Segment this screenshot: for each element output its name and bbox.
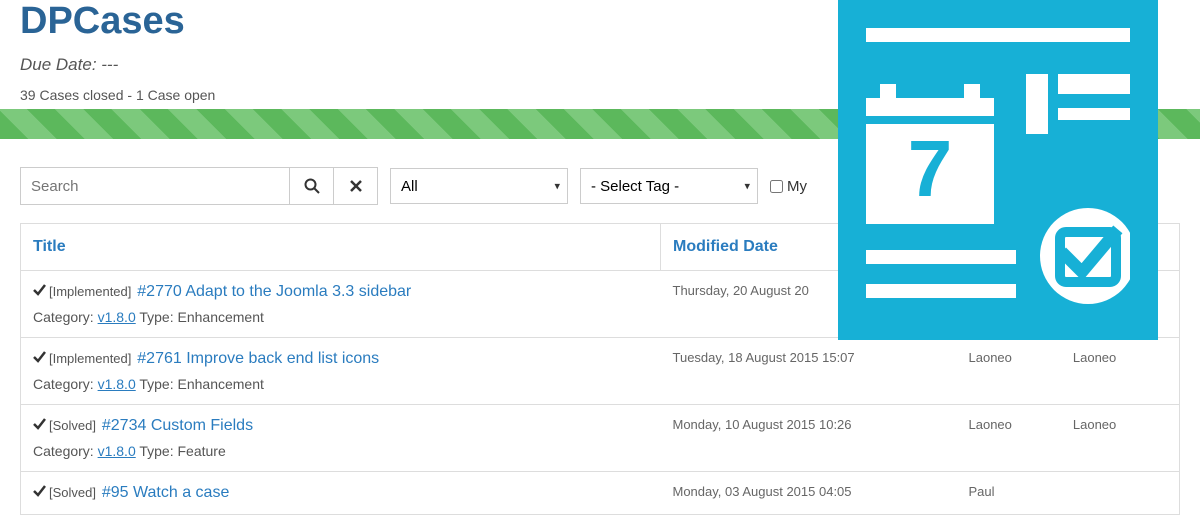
case-meta: Category: v1.8.0 Type: Feature [33,443,649,459]
case-meta: Category: v1.8.0 Type: Enhancement [33,376,649,392]
case-link[interactable]: #95 Watch a case [102,484,229,501]
clear-search-button[interactable] [333,168,377,204]
tag-filter-wrap: - Select Tag - [580,168,758,204]
case-link[interactable]: #2734 Custom Fields [102,417,253,434]
search-input[interactable] [21,168,289,204]
tag-filter[interactable]: - Select Tag - [580,168,758,204]
status-filter-wrap: All [390,168,568,204]
table-row: [Implemented] #2761 Improve back end lis… [21,338,1180,405]
cell-date: Monday, 10 August 2015 10:26 [661,405,957,472]
cell-date: Monday, 03 August 2015 04:05 [661,472,957,515]
status-tag: [Implemented] [49,284,131,299]
cell-responsible-2 [1061,472,1180,515]
table-row: [Solved] #2734 Custom Fields Category: v1… [21,405,1180,472]
my-checkbox[interactable] [770,180,783,193]
search-icon [304,178,320,194]
status-tag: [Implemented] [49,351,131,366]
case-meta: Category: v1.8.0 Type: Enhancement [33,309,649,325]
table-row: [Solved] #95 Watch a caseMonday, 03 Augu… [21,472,1180,515]
check-icon [33,484,46,500]
cell-title: [Solved] #2734 Custom Fields Category: v1… [21,405,661,472]
version-link[interactable]: v1.8.0 [98,376,136,392]
cell-title: [Implemented] #2761 Improve back end lis… [21,338,661,405]
version-link[interactable]: v1.8.0 [98,443,136,459]
cell-responsible-2: Laoneo [1061,338,1180,405]
status-filter[interactable]: All [390,168,568,204]
cell-responsible-1: Laoneo [957,338,1061,405]
cell-responsible-1: Paul [957,472,1061,515]
version-link[interactable]: v1.8.0 [98,309,136,325]
status-tag: [Solved] [49,485,96,500]
logo-overlay: 7 [838,0,1158,340]
my-label: My [787,178,807,195]
case-link[interactable]: #2770 Adapt to the Joomla 3.3 sidebar [137,283,411,300]
check-icon [33,350,46,366]
search-button[interactable] [289,168,333,204]
search-group [20,167,378,205]
cell-responsible-1: Laoneo [957,405,1061,472]
cell-title: [Solved] #95 Watch a case [21,472,661,515]
status-tag: [Solved] [49,418,96,433]
my-filter[interactable]: My [770,178,807,195]
svg-text:7: 7 [908,124,953,213]
check-icon [33,417,46,433]
column-title[interactable]: Title [21,224,661,271]
cell-date: Tuesday, 18 August 2015 15:07 [661,338,957,405]
case-link[interactable]: #2761 Improve back end list icons [137,350,379,367]
cell-responsible-2: Laoneo [1061,405,1180,472]
check-icon [33,283,46,299]
close-icon [349,179,363,193]
cell-title: [Implemented] #2770 Adapt to the Joomla … [21,271,661,338]
